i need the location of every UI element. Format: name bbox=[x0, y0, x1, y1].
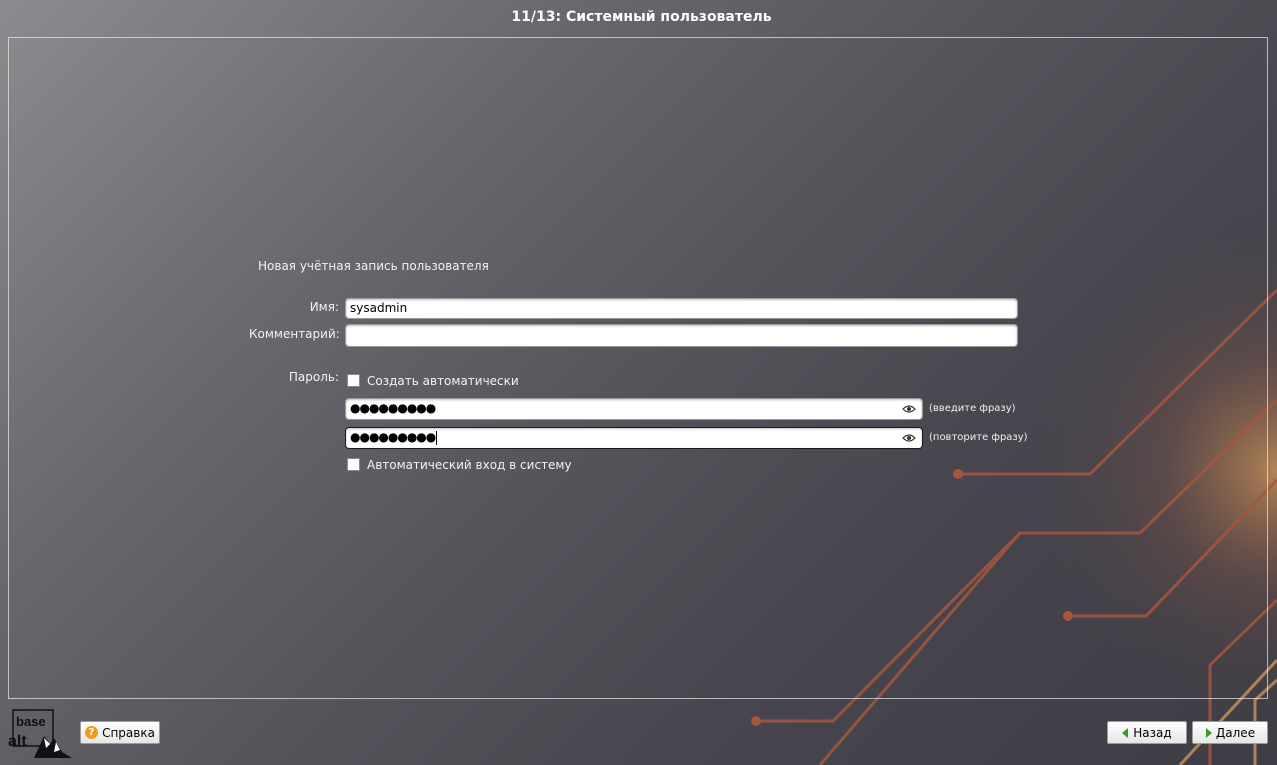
logo-text-alt: alt bbox=[8, 733, 27, 750]
auto-create-label[interactable]: Создать автоматически bbox=[367, 374, 519, 388]
window-title: 11/13: Системный пользователь bbox=[511, 9, 772, 25]
content-frame bbox=[8, 37, 1268, 699]
password-confirm-hint: (повторите фразу) bbox=[929, 432, 1028, 443]
password-label: Пароль: bbox=[288, 370, 339, 384]
help-button-label: Справка bbox=[102, 725, 155, 740]
autologin-label[interactable]: Автоматический вход в систему bbox=[367, 458, 572, 472]
password-hint: (введите фразу) bbox=[929, 403, 1016, 414]
eye-icon[interactable] bbox=[902, 431, 916, 445]
next-button-label: Далее bbox=[1215, 725, 1256, 740]
logo-text-base: base bbox=[16, 714, 46, 729]
back-button-label: Назад bbox=[1133, 725, 1172, 740]
password-input-value: ●●●●●●●●● bbox=[350, 401, 436, 415]
password-confirm-input[interactable]: ●●●●●●●●● bbox=[345, 427, 923, 449]
eye-icon[interactable] bbox=[902, 402, 916, 416]
arrow-right-icon bbox=[1205, 727, 1212, 738]
auto-create-checkbox[interactable] bbox=[347, 374, 360, 387]
help-button[interactable]: ? Справка bbox=[80, 721, 160, 744]
comment-input[interactable] bbox=[345, 324, 1018, 347]
comment-label: Комментарий: bbox=[249, 327, 340, 341]
question-circle-icon: ? bbox=[85, 726, 99, 739]
text-cursor bbox=[436, 430, 438, 445]
password-confirm-input-value: ●●●●●●●●● bbox=[350, 430, 436, 444]
autologin-checkbox[interactable] bbox=[347, 458, 360, 471]
password-input[interactable]: ●●●●●●●●● bbox=[345, 398, 923, 420]
name-input-value: sysadmin bbox=[350, 301, 408, 315]
arrow-left-icon bbox=[1122, 727, 1129, 738]
section-title: Новая учётная запись пользователя bbox=[258, 259, 489, 273]
name-label: Имя: bbox=[309, 300, 339, 314]
basealt-logo: base alt bbox=[8, 709, 72, 758]
back-button[interactable]: Назад bbox=[1107, 721, 1187, 744]
next-button[interactable]: Далее bbox=[1192, 721, 1268, 744]
name-input[interactable]: sysadmin bbox=[345, 298, 1018, 319]
